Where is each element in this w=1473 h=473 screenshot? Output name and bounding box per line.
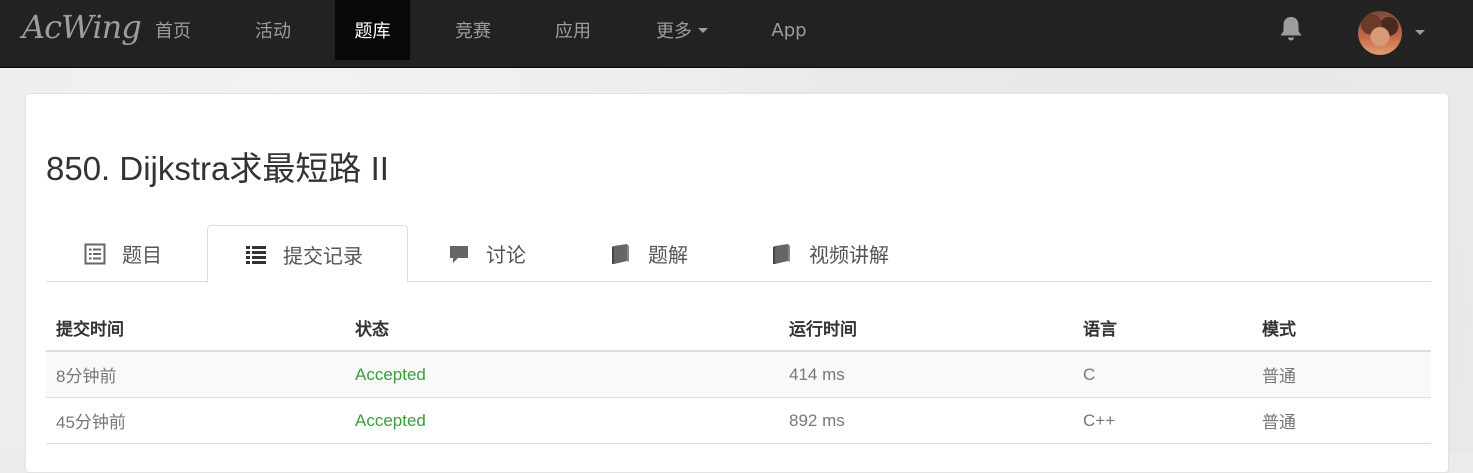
- mode: 普通: [1262, 413, 1296, 432]
- table-header: 提交时间 状态 运行时间 语言 模式: [46, 304, 1431, 352]
- column-header: 语言: [1083, 319, 1117, 339]
- nav-item-label: 题库: [354, 21, 391, 42]
- column-header: 提交时间: [56, 319, 124, 339]
- column-header: 状态: [355, 319, 389, 339]
- runtime: 892 ms: [789, 410, 845, 430]
- brand-logo[interactable]: AcWing: [22, 8, 142, 46]
- tab-discussion[interactable]: 讨论: [448, 225, 526, 282]
- tab-label: 讨论: [486, 245, 526, 267]
- nav-item-apps[interactable]: 应用: [540, 0, 606, 60]
- tab-label: 题解: [648, 245, 688, 267]
- table-row[interactable]: 45分钟前 Accepted 892 ms C++ 普通: [46, 398, 1431, 444]
- nav-item-more[interactable]: 更多: [640, 0, 724, 60]
- book-icon: [773, 243, 790, 264]
- bell-icon[interactable]: [1278, 15, 1304, 43]
- problem-tabs: 题目 提交记录 讨论 题解 视频讲解: [46, 225, 1431, 283]
- column-header: 模式: [1262, 319, 1296, 339]
- list-alt-icon: [84, 243, 106, 264]
- nav-item-label: App: [771, 19, 807, 41]
- language: C++: [1083, 410, 1116, 430]
- submissions-table: 提交时间 状态 运行时间 语言 模式 8分钟前 Accepted 414 ms …: [46, 304, 1431, 444]
- page-title: 850. Dijkstra求最短路 II: [46, 150, 389, 187]
- nav-item-label: 竞赛: [455, 21, 491, 42]
- nav-item-label: 更多: [656, 21, 692, 42]
- nav-item-label: 首页: [155, 21, 191, 42]
- caret-down-icon[interactable]: [1415, 30, 1425, 35]
- runtime: 414 ms: [789, 364, 845, 384]
- comment-icon: [450, 245, 468, 263]
- submit-time: 8分钟前: [56, 367, 117, 386]
- status-link[interactable]: Accepted: [355, 352, 426, 397]
- nav-item-label: 活动: [255, 21, 291, 42]
- list-icon: [246, 246, 266, 264]
- caret-down-icon: [698, 27, 708, 33]
- nav-item-problems[interactable]: 题库: [335, 0, 410, 60]
- nav-item-contests[interactable]: 竞赛: [440, 0, 506, 60]
- user-avatar[interactable]: [1358, 11, 1402, 55]
- tab-submissions[interactable]: 提交记录: [207, 225, 408, 283]
- submit-time: 45分钟前: [56, 413, 126, 432]
- table-row[interactable]: 8分钟前 Accepted 414 ms C 普通: [46, 352, 1431, 398]
- column-header: 运行时间: [789, 319, 857, 339]
- nav-item-activities[interactable]: 活动: [240, 0, 306, 60]
- language: C: [1083, 364, 1096, 384]
- nav-item-label: 应用: [555, 21, 591, 42]
- tab-label: 题目: [122, 245, 162, 267]
- tab-solutions[interactable]: 题解: [610, 225, 688, 282]
- problem-card: 850. Dijkstra求最短路 II 题目 提交记录 讨论 题解 视频讲解 …: [25, 93, 1449, 473]
- nav-item-app[interactable]: App: [760, 0, 818, 60]
- nav-item-home[interactable]: 首页: [140, 0, 206, 60]
- mode: 普通: [1262, 367, 1296, 386]
- top-navbar: AcWing 首页 活动 题库 竞赛 应用 更多 App: [0, 0, 1473, 68]
- status-link[interactable]: Accepted: [355, 398, 426, 443]
- book-icon: [612, 243, 629, 264]
- tab-description[interactable]: 题目: [84, 225, 162, 282]
- tab-label: 视频讲解: [809, 245, 889, 267]
- tab-label: 提交记录: [283, 245, 363, 268]
- tab-video[interactable]: 视频讲解: [771, 225, 889, 282]
